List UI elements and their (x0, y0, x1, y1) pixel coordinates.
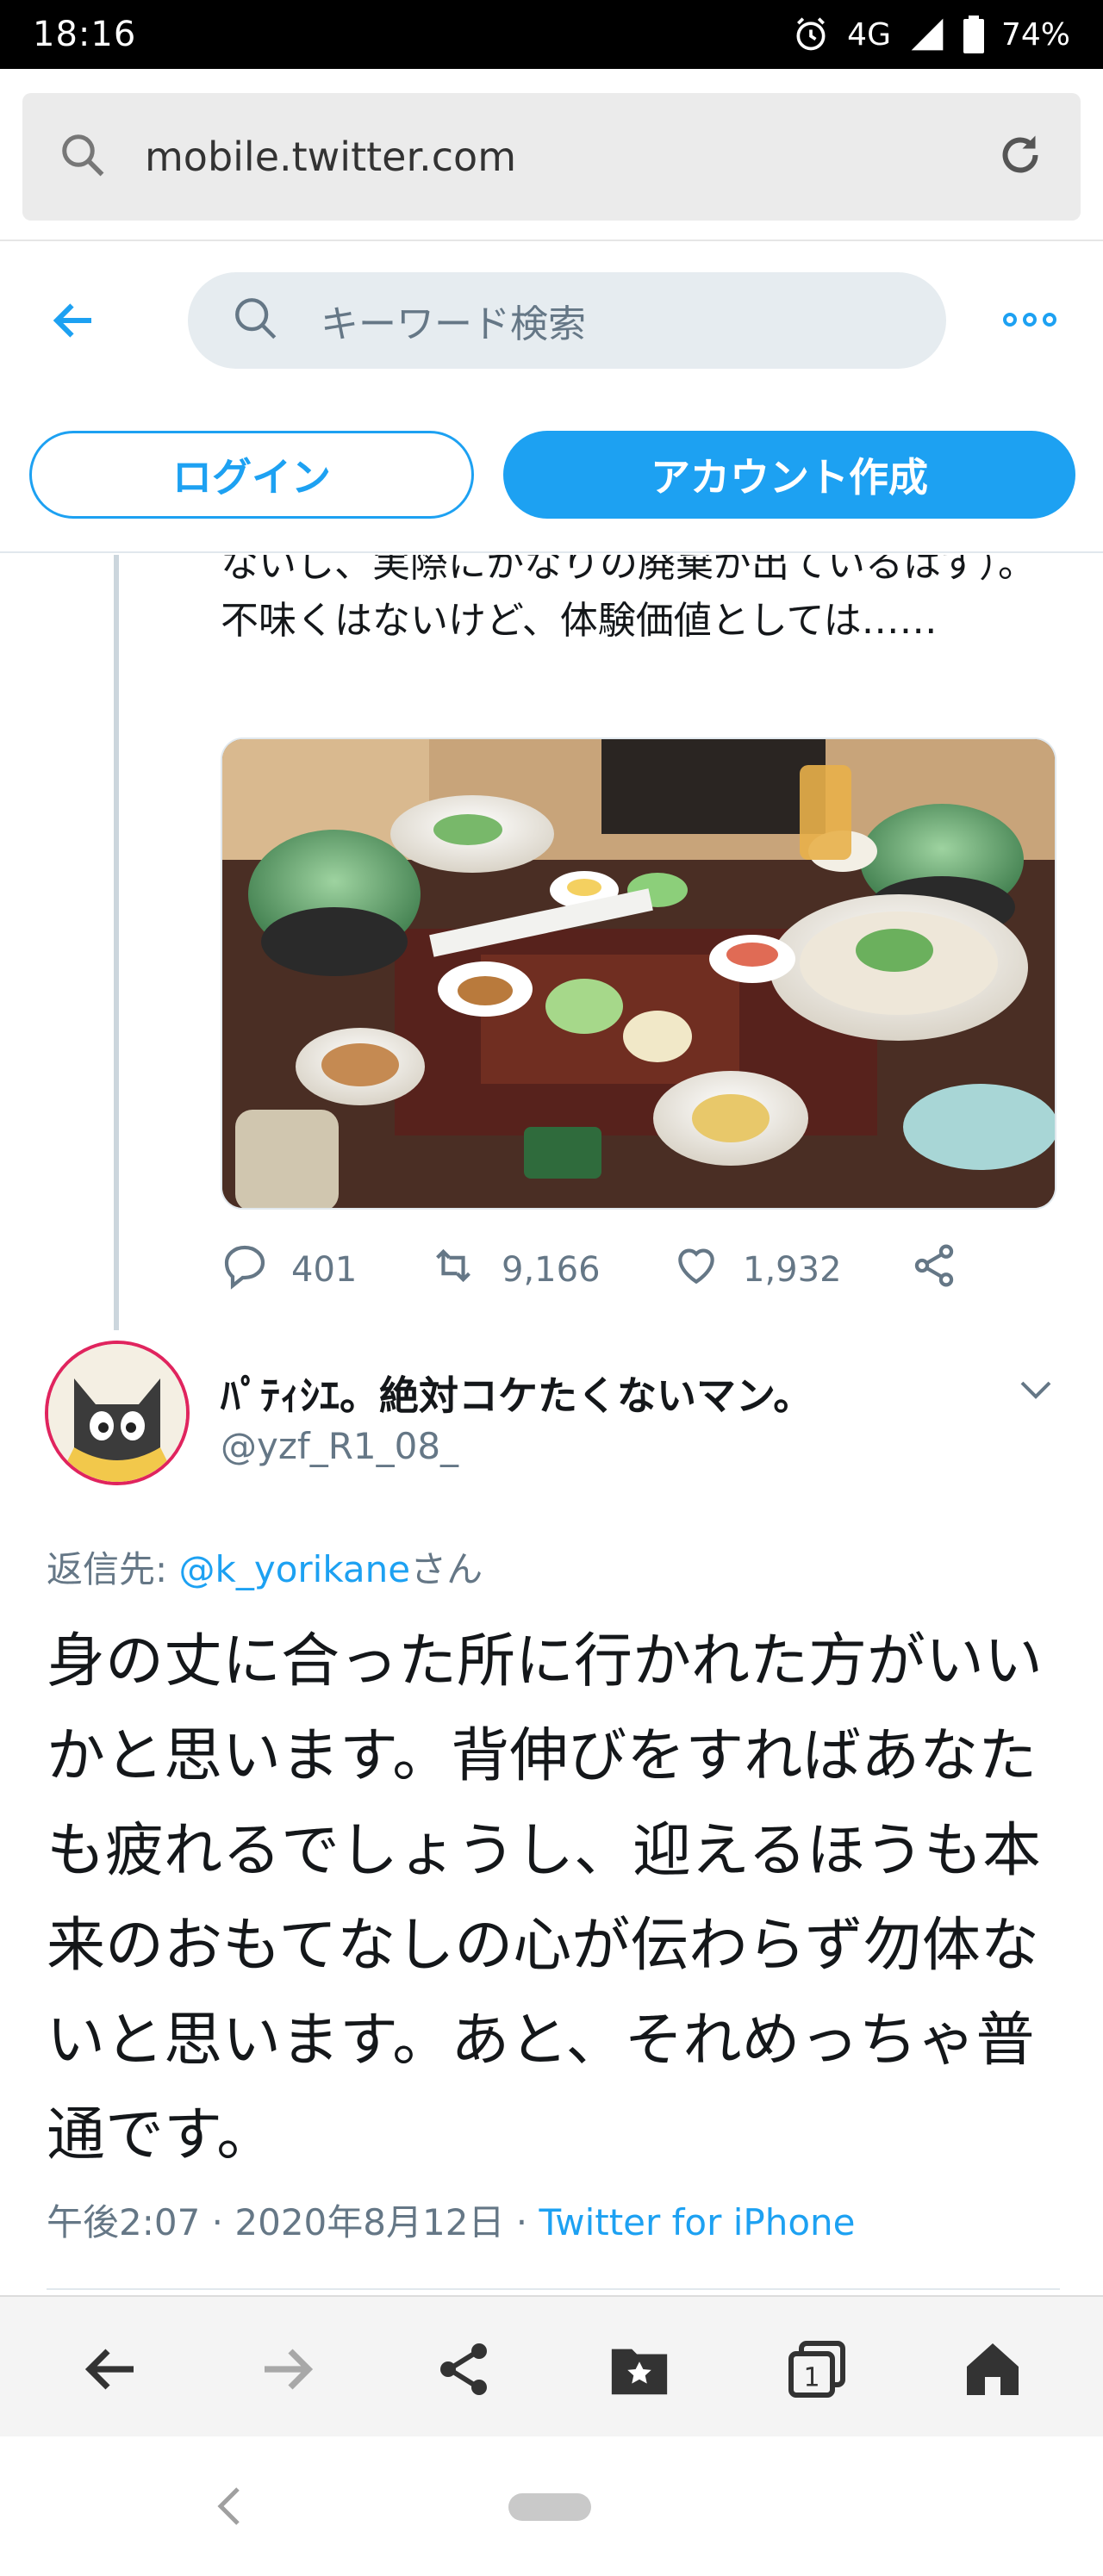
retweet-count: 9,166 (502, 1250, 601, 1290)
browser-toolbar: 1 (0, 2295, 1103, 2436)
forward-icon[interactable] (253, 2335, 322, 2404)
url-text[interactable]: mobile.twitter.com (145, 134, 994, 180)
signup-button[interactable]: アカウント作成 (503, 431, 1075, 519)
share-button[interactable] (910, 1241, 958, 1298)
previous-tweet-text: ないし、実際にかなりの廃棄が出ているはず）。不味くはないけど、体験価値としては…… (221, 555, 1036, 643)
tweet-meta: 午後2:07 · 2020年8月12日 · Twitter for iPhone (47, 2193, 856, 2246)
share-icon (910, 1241, 958, 1298)
avatar[interactable] (45, 1341, 190, 1485)
retweet-button[interactable]: 9,166 (427, 1241, 601, 1298)
tweet-time[interactable]: 午後2:07 (47, 2201, 200, 2243)
search-icon (231, 294, 281, 347)
like-count: 1,932 (743, 1250, 842, 1290)
alarm-icon (792, 16, 830, 53)
like-button[interactable]: 1,932 (672, 1241, 842, 1298)
search-icon (57, 129, 109, 184)
network-type: 4G (847, 16, 891, 53)
nav-back-icon[interactable] (212, 2485, 246, 2528)
tweet-text: 身の丈に合った所に行かれた方がいいかと思います。背伸びをすればあなたも疲れるでし… (47, 1627, 1044, 2169)
tweet-photo[interactable] (221, 737, 1056, 1210)
tweet-date[interactable]: 2020年8月12日 (234, 2201, 504, 2243)
reply-count: 401 (291, 1250, 358, 1290)
browser-address-area: mobile.twitter.com (0, 69, 1103, 241)
share-icon[interactable] (429, 2335, 498, 2404)
tweet-actions: 401 9,166 1,932 (221, 1235, 996, 1304)
status-time: 18:16 (33, 15, 137, 54)
login-button[interactable]: ログイン (29, 431, 474, 519)
reply-to-label: 返信先: (47, 1548, 179, 1590)
retweet-icon (427, 1241, 479, 1298)
battery-icon (963, 16, 984, 53)
bookmark-icon[interactable] (605, 2335, 674, 2404)
tab-count: 1 (803, 2363, 819, 2393)
back-icon[interactable] (76, 2335, 145, 2404)
display-name[interactable]: ﾊﾟﾃｨｼｴ。絶対コケたくないマン。 (221, 1365, 813, 1422)
search-input[interactable]: キーワード検索 (188, 272, 946, 369)
user-handle[interactable]: @yzf_R1_08_ (221, 1425, 458, 1467)
meta-separator: · (504, 2201, 539, 2243)
chevron-down-icon[interactable] (1019, 1377, 1053, 1403)
battery-level: 74% (1000, 16, 1070, 53)
thread-line (114, 555, 119, 1330)
tweet-client[interactable]: Twitter for iPhone (539, 2201, 856, 2243)
reload-icon[interactable] (994, 129, 1046, 184)
divider (47, 2288, 1060, 2290)
food-photo-illustration (222, 739, 1055, 1208)
reply-button[interactable]: 401 (221, 1241, 357, 1298)
reply-to-line: 返信先: @k_yorikaneさん (47, 1540, 483, 1593)
timeline: ないし、実際にかなりの廃棄が出ているはず）。不味くはないけど、体験価値としては…… (0, 555, 1103, 2292)
back-arrow-icon[interactable] (48, 295, 100, 346)
status-bar: 18:16 4G 74% (0, 0, 1103, 69)
heart-icon (672, 1241, 720, 1298)
reply-icon (221, 1241, 269, 1298)
home-icon[interactable] (958, 2335, 1027, 2404)
reply-to-mention[interactable]: @k_yorikane (179, 1548, 411, 1590)
system-nav-bar (0, 2436, 1103, 2576)
reply-to-suffix: さん (410, 1548, 483, 1590)
twitter-header: キーワード検索 ログイン アカウント作成 (0, 243, 1103, 553)
meta-separator: · (200, 2201, 235, 2243)
tabs-icon[interactable]: 1 (782, 2335, 851, 2404)
address-bar[interactable]: mobile.twitter.com (22, 93, 1081, 221)
nav-home-pill[interactable] (508, 2493, 591, 2521)
status-right: 4G 74% (792, 16, 1070, 53)
signal-icon (908, 16, 946, 53)
search-placeholder: キーワード検索 (321, 302, 586, 346)
more-options-icon[interactable] (1003, 307, 1063, 333)
